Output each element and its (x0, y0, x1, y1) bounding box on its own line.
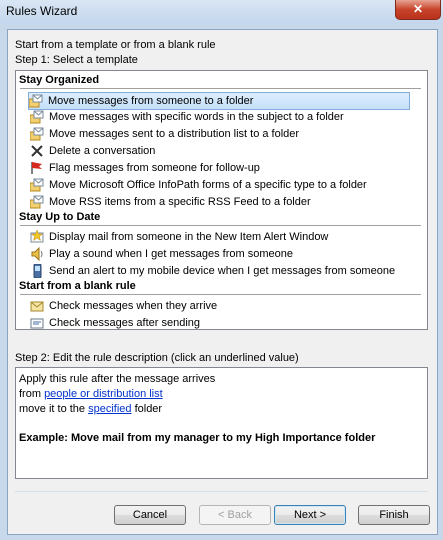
template-label: Move messages sent to a distribution lis… (49, 128, 300, 140)
description-text: folder (131, 403, 163, 415)
envelope-folder-icon (29, 178, 44, 192)
template-move-rss[interactable]: Move RSS items from a specific RSS Feed … (29, 194, 311, 210)
rules-wizard-dialog: Start from a template or from a blank ru… (7, 29, 438, 535)
template-move-infopath[interactable]: Move Microsoft Office InfoPath forms of … (29, 177, 367, 193)
template-list[interactable]: Stay Organized Move messages from someon… (15, 70, 428, 330)
envelope-folder-icon (29, 195, 44, 209)
template-display-alert[interactable]: Display mail from someone in the New Ite… (30, 229, 328, 245)
people-or-distribution-list-link[interactable]: people or distribution list (44, 388, 163, 400)
specified-folder-link[interactable]: specified (88, 403, 131, 415)
template-label: Send an alert to my mobile device when I… (49, 265, 396, 277)
template-move-specific-words[interactable]: Move messages with specific words in the… (29, 109, 344, 125)
delete-x-icon (30, 144, 44, 158)
template-label: Move Microsoft Office InfoPath forms of … (49, 179, 367, 191)
template-label: Play a sound when I get messages from so… (49, 248, 293, 260)
template-mobile-alert[interactable]: Send an alert to my mobile device when I… (30, 263, 395, 279)
next-button[interactable]: Next > (274, 505, 346, 525)
description-text: move it to the (19, 403, 89, 415)
template-label: Move messages from someone to a folder (48, 95, 254, 107)
template-play-sound[interactable]: Play a sound when I get messages from so… (30, 246, 293, 262)
description-line-from: from people or distribution list (19, 388, 163, 400)
template-move-distribution-list[interactable]: Move messages sent to a distribution lis… (29, 126, 300, 142)
divider (15, 491, 428, 492)
envelope-icon (30, 299, 44, 313)
step1-label: Step 1: Select a template (15, 54, 138, 66)
step2-label: Step 2: Edit the rule description (click… (15, 352, 299, 364)
envelope-folder-icon (28, 94, 43, 108)
title-bar: Rules Wizard ✕ (0, 0, 443, 24)
template-label: Move messages with specific words in the… (49, 111, 344, 123)
group-divider (20, 225, 421, 226)
template-label: Delete a conversation (49, 145, 156, 157)
finish-button[interactable]: Finish (358, 505, 430, 525)
description-text: from (19, 388, 45, 400)
back-button[interactable]: < Back (199, 505, 271, 525)
group-divider (20, 294, 421, 295)
window-title: Rules Wizard (6, 4, 78, 18)
template-label: Flag messages from someone for follow-up (49, 162, 260, 174)
cancel-button[interactable]: Cancel (114, 505, 186, 525)
template-label: Check messages after sending (49, 317, 201, 329)
template-check-arrive[interactable]: Check messages when they arrive (30, 298, 217, 314)
envelope-folder-icon (29, 127, 44, 141)
rule-description-box: Apply this rule after the message arrive… (15, 367, 428, 479)
alert-window-icon (30, 229, 44, 244)
close-icon: ✕ (412, 2, 424, 16)
description-line-apply: Apply this rule after the message arrive… (19, 373, 216, 385)
template-label: Move RSS items from a specific RSS Feed … (49, 196, 311, 208)
sent-envelope-icon (30, 316, 44, 330)
intro-text: Start from a template or from a blank ru… (15, 39, 216, 51)
mobile-device-icon (30, 263, 44, 279)
speaker-icon (30, 246, 44, 262)
template-check-after-sending[interactable]: Check messages after sending (30, 315, 200, 331)
example-text: Example: Move mail from my manager to my… (19, 432, 376, 444)
group-header-blank-rule: Start from a blank rule (19, 280, 136, 292)
template-flag-follow-up[interactable]: Flag messages from someone for follow-up (30, 160, 260, 176)
template-move-from-someone[interactable]: Move messages from someone to a folder (28, 92, 410, 110)
group-header-stay-organized: Stay Organized (19, 74, 100, 86)
group-header-stay-up-to-date: Stay Up to Date (19, 211, 101, 223)
envelope-folder-icon (29, 110, 44, 124)
template-label: Check messages when they arrive (49, 300, 218, 312)
template-label: Display mail from someone in the New Ite… (49, 231, 329, 243)
group-divider (20, 88, 421, 89)
template-delete-conversation[interactable]: Delete a conversation (30, 143, 155, 159)
red-flag-icon (30, 161, 44, 175)
description-line-move: move it to the specified folder (19, 403, 162, 415)
close-button[interactable]: ✕ (395, 0, 441, 20)
